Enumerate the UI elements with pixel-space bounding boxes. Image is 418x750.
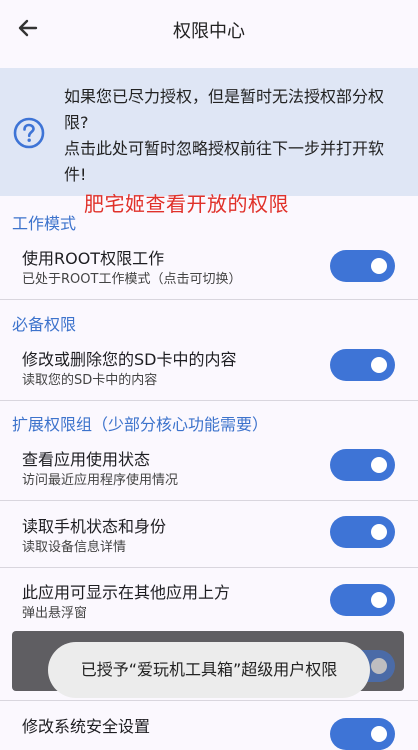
section-header-required: 必备权限 [12, 315, 77, 334]
permission-title: 此应用可显示在其他应用上方 [22, 583, 231, 602]
permission-title: 使用ROOT权限工作 [22, 249, 165, 268]
toggle-knob [371, 524, 387, 540]
watermark-caption: 肥宅姬查看开放的权限 [84, 192, 289, 216]
divider [0, 500, 418, 501]
permission-subtitle: 读取您的SD卡中的内容 [22, 373, 158, 388]
toggle-knob [371, 726, 387, 742]
toggle-switch[interactable] [330, 718, 395, 750]
divider [0, 700, 418, 701]
permission-row-phone-state[interactable]: 读取手机状态和身份 读取设备信息详情 [0, 504, 418, 564]
toggle-switch[interactable] [330, 250, 395, 282]
toggle-knob [371, 658, 387, 674]
permission-subtitle: 读取设备信息详情 [22, 540, 127, 555]
help-circle-icon [13, 117, 45, 149]
permission-row-secure-settings[interactable]: 修改系统安全设置 [0, 704, 418, 750]
section-header-extended: 扩展权限组（少部分核心功能需要） [12, 415, 269, 434]
toggle-switch[interactable] [330, 349, 395, 381]
permission-subtitle: 访问最近应用程序使用情况 [22, 473, 179, 488]
permission-row-root[interactable]: 使用ROOT权限工作 已处于ROOT工作模式（点击可切换） [0, 236, 418, 296]
toggle-knob [371, 258, 387, 274]
toggle-switch[interactable] [330, 449, 395, 481]
toggle-switch[interactable] [330, 516, 395, 548]
permission-row-usage-stats[interactable]: 查看应用使用状态 访问最近应用程序使用情况 [0, 437, 418, 497]
notice-text: 如果您已尽力授权，但是暂时无法授权部分权 限? 点击此处可暂时忽略授权前往下一步… [64, 87, 385, 184]
divider [0, 400, 418, 401]
app-bar: 权限中心 [0, 0, 418, 58]
divider [0, 299, 418, 300]
permission-subtitle: 已处于ROOT工作模式（点击可切换） [22, 272, 242, 287]
toast-message: 已授予“爱玩机工具箱”超级用户权限 [48, 642, 370, 698]
toggle-switch[interactable] [330, 584, 395, 616]
permission-row-sd-card[interactable]: 修改或删除您的SD卡中的内容 读取您的SD卡中的内容 [0, 337, 418, 397]
toggle-knob [371, 592, 387, 608]
section-header-work-mode: 工作模式 [12, 214, 77, 233]
toggle-knob [371, 457, 387, 473]
permission-title: 读取手机状态和身份 [22, 517, 167, 536]
toggle-knob [371, 357, 387, 373]
permission-subtitle: 弹出悬浮窗 [22, 606, 88, 621]
page-title: 权限中心 [173, 21, 245, 42]
permission-title: 修改系统安全设置 [22, 717, 151, 736]
permission-title: 修改或删除您的SD卡中的内容 [22, 350, 237, 369]
permission-row-overlay[interactable]: 此应用可显示在其他应用上方 弹出悬浮窗 [0, 570, 418, 630]
permission-title: 查看应用使用状态 [22, 450, 151, 469]
divider [0, 567, 418, 568]
